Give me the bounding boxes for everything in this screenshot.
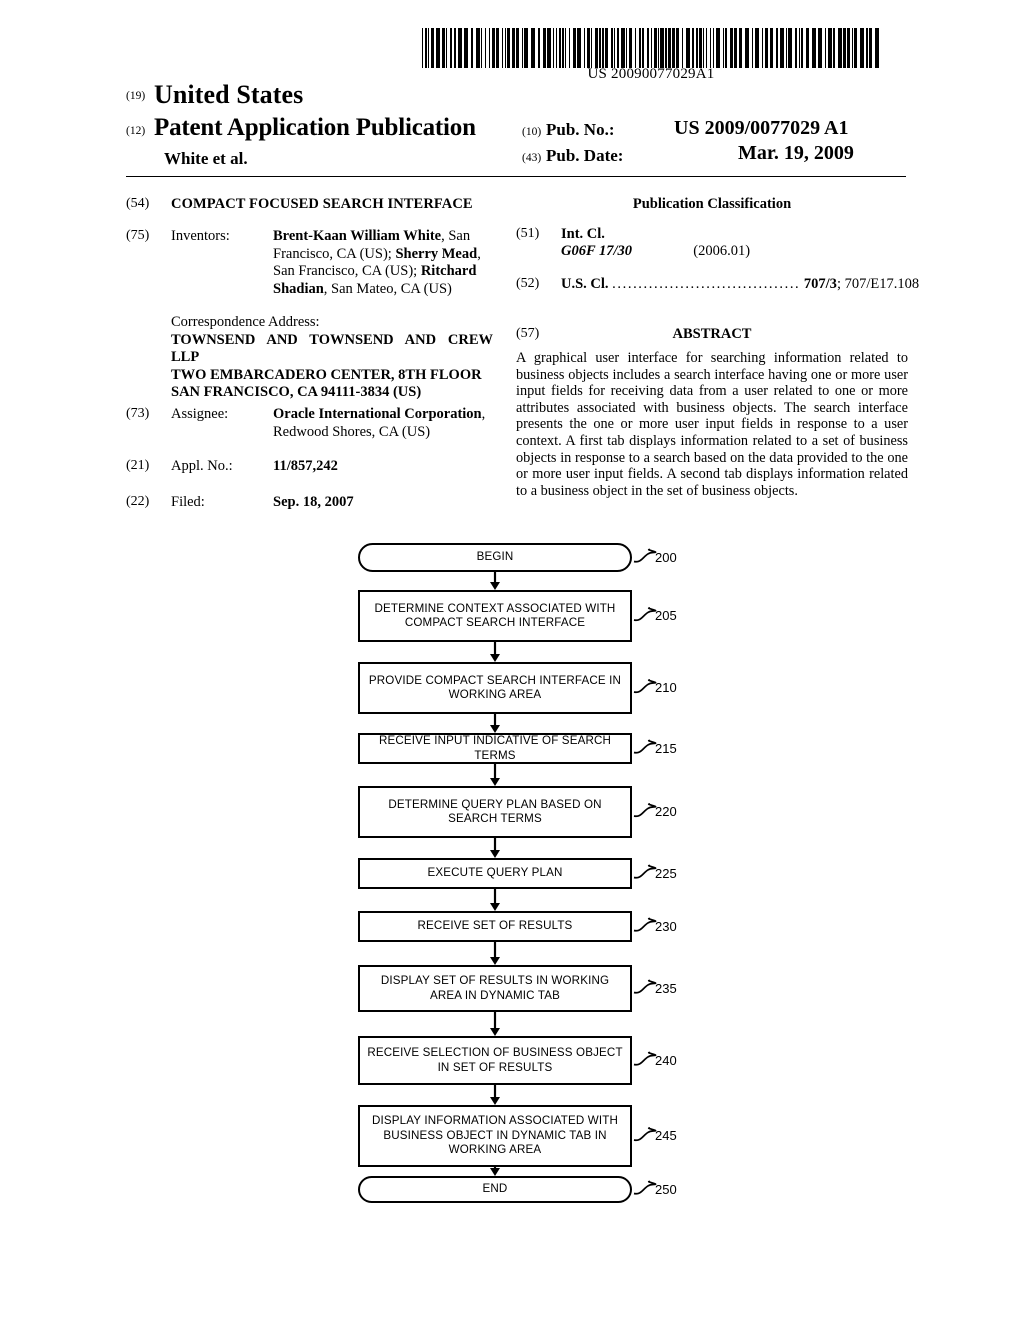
flow-node-245: DISPLAY INFORMATION ASSOCIATED WITH BUSI… xyxy=(358,1105,632,1167)
flow-leader-205 xyxy=(633,607,657,622)
flow-node-label-225: EXECUTE QUERY PLAN xyxy=(427,866,563,880)
flow-node-220: DETERMINE QUERY PLAN BASED ON SEARCH TER… xyxy=(358,786,632,838)
flow-leader-250 xyxy=(633,1180,657,1195)
flow-node-label-220: DETERMINE QUERY PLAN BASED ON SEARCH TER… xyxy=(388,797,602,826)
flow-node-label-200: BEGIN xyxy=(476,550,514,564)
flow-arrowhead-200 xyxy=(490,582,500,590)
flow-arrowhead-240 xyxy=(490,1097,500,1105)
flow-leader-240 xyxy=(633,1051,657,1066)
flow-node-215: RECEIVE INPUT INDICATIVE OF SEARCH TERMS xyxy=(358,733,632,764)
flow-arrowhead-225 xyxy=(490,903,500,911)
flow-leader-215 xyxy=(633,739,657,754)
flow-node-label-245: DISPLAY INFORMATION ASSOCIATED WITH BUSI… xyxy=(372,1114,618,1157)
flow-arrowhead-205 xyxy=(490,654,500,662)
flow-ref-230: 230 xyxy=(655,918,677,934)
flow-leader-200 xyxy=(633,548,657,563)
flow-node-200: BEGIN xyxy=(358,543,632,572)
flow-arrowhead-215 xyxy=(490,778,500,786)
flow-arrowhead-220 xyxy=(490,850,500,858)
flow-ref-245: 245 xyxy=(655,1128,677,1143)
flow-node-250: END xyxy=(358,1176,632,1203)
flow-node-210: PROVIDE COMPACT SEARCH INTERFACE IN WORK… xyxy=(358,662,632,714)
flow-leader-230 xyxy=(633,917,657,932)
flow-node-label-250: END xyxy=(482,1182,508,1196)
flow-ref-205: 205 xyxy=(655,608,677,623)
flow-leader-210 xyxy=(633,679,657,694)
flowchart-figure: BEGIN 200 DETERMINE CONTEXT ASSOCIATED WIT… xyxy=(0,0,1024,1320)
flow-arrowhead-235 xyxy=(490,1028,500,1036)
flow-ref-200: 200 xyxy=(655,549,677,565)
flow-ref-220: 220 xyxy=(655,804,677,819)
flow-ref-235: 235 xyxy=(655,980,677,996)
flow-node-label-240: RECEIVE SELECTION OF BUSINESS OBJECT IN … xyxy=(367,1046,623,1074)
flow-node-label-215: RECEIVE INPUT INDICATIVE OF SEARCH TERMS xyxy=(378,734,612,762)
flow-arrowhead-210 xyxy=(490,725,500,733)
flow-arrowhead-230 xyxy=(490,957,500,965)
flow-node-205: DETERMINE CONTEXT ASSOCIATED WITH COMPAC… xyxy=(358,590,632,642)
flow-node-225: EXECUTE QUERY PLAN xyxy=(358,858,632,889)
flow-node-240: RECEIVE SELECTION OF BUSINESS OBJECT IN … xyxy=(358,1036,632,1085)
flow-node-label-210: PROVIDE COMPACT SEARCH INTERFACE IN WORK… xyxy=(368,673,622,702)
flow-leader-245 xyxy=(633,1127,657,1142)
flow-leader-225 xyxy=(633,864,657,879)
flow-ref-215: 215 xyxy=(655,740,677,756)
flow-arrowhead-245 xyxy=(490,1168,500,1176)
flow-ref-225: 225 xyxy=(655,865,677,881)
flow-leader-220 xyxy=(633,803,657,818)
flow-ref-240: 240 xyxy=(655,1052,677,1068)
flow-node-235: DISPLAY SET OF RESULTS IN WORKING AREA I… xyxy=(358,965,632,1012)
flow-node-label-235: DISPLAY SET OF RESULTS IN WORKING AREA I… xyxy=(380,974,610,1002)
flow-ref-250: 250 xyxy=(655,1181,677,1197)
flow-ref-210: 210 xyxy=(655,680,677,695)
patent-front-page: US 20090077029A1 (19) United States (12)… xyxy=(0,0,1024,1320)
flow-node-label-230: RECEIVE SET OF RESULTS xyxy=(417,919,573,933)
flow-node-230: RECEIVE SET OF RESULTS xyxy=(358,911,632,942)
flow-leader-235 xyxy=(633,979,657,994)
flow-node-label-205: DETERMINE CONTEXT ASSOCIATED WITH COMPAC… xyxy=(374,601,616,630)
